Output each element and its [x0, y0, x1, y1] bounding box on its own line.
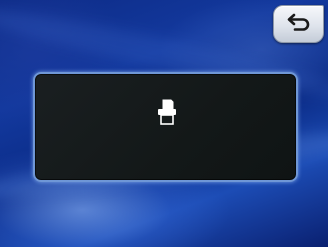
- printer-icon: [155, 98, 179, 126]
- screen: [0, 0, 328, 247]
- printing-dialog: [33, 72, 298, 182]
- back-button[interactable]: [273, 5, 324, 43]
- return-arrow-icon: [287, 12, 311, 36]
